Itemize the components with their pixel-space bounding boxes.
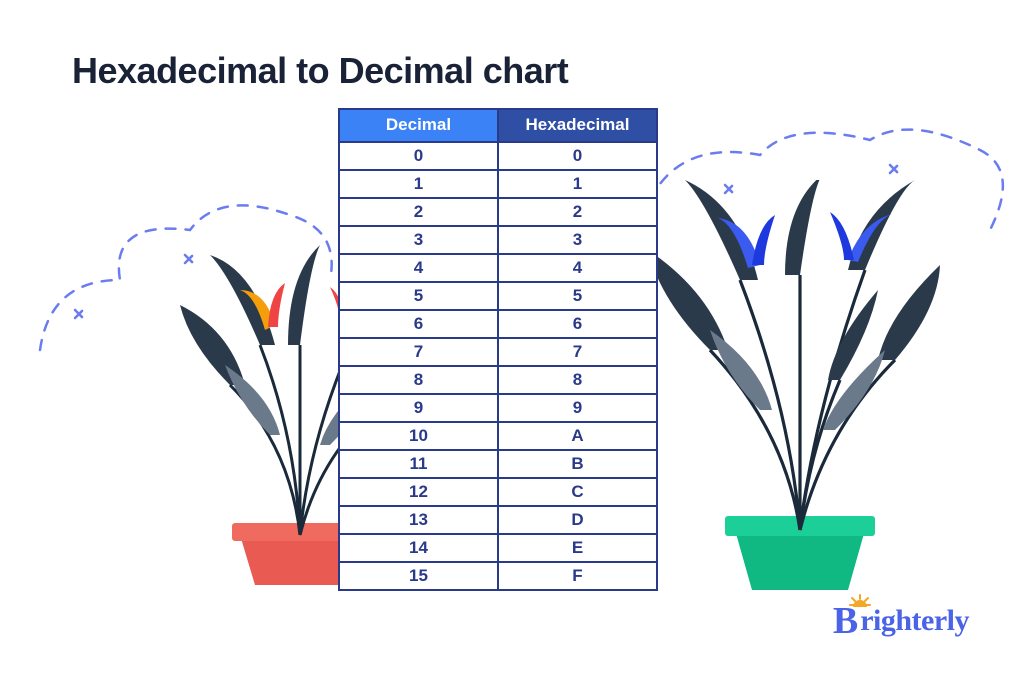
table-row: 22 xyxy=(340,197,656,225)
cell-decimal: 2 xyxy=(340,199,499,225)
cell-hex: E xyxy=(499,535,656,561)
table-row: 55 xyxy=(340,281,656,309)
col-header-decimal: Decimal xyxy=(340,110,499,141)
table-row: 13D xyxy=(340,505,656,533)
cell-decimal: 12 xyxy=(340,479,499,505)
table-row: 88 xyxy=(340,365,656,393)
cell-decimal: 4 xyxy=(340,255,499,281)
cell-hex: 4 xyxy=(499,255,656,281)
cell-hex: 9 xyxy=(499,395,656,421)
cell-hex: 7 xyxy=(499,339,656,365)
logo-letter-b: B xyxy=(833,599,858,643)
cell-hex: 1 xyxy=(499,171,656,197)
brand-logo: B righterly xyxy=(833,599,969,643)
cell-decimal: 0 xyxy=(340,143,499,169)
cell-decimal: 9 xyxy=(340,395,499,421)
table-row: 33 xyxy=(340,225,656,253)
page-title: Hexadecimal to Decimal chart xyxy=(72,50,568,92)
cell-decimal: 5 xyxy=(340,283,499,309)
cell-decimal: 3 xyxy=(340,227,499,253)
table-row: 77 xyxy=(340,337,656,365)
col-header-hex: Hexadecimal xyxy=(499,110,656,141)
cell-hex: A xyxy=(499,423,656,449)
cell-decimal: 10 xyxy=(340,423,499,449)
cell-hex: F xyxy=(499,563,656,589)
cell-hex: B xyxy=(499,451,656,477)
cell-decimal: 8 xyxy=(340,367,499,393)
cell-decimal: 6 xyxy=(340,311,499,337)
cell-hex: 2 xyxy=(499,199,656,225)
cell-decimal: 15 xyxy=(340,563,499,589)
conversion-table: Decimal Hexadecimal 00112233445566778899… xyxy=(338,108,658,591)
table-header: Decimal Hexadecimal xyxy=(340,110,656,141)
table-row: 00 xyxy=(340,141,656,169)
cell-decimal: 14 xyxy=(340,535,499,561)
sun-icon xyxy=(849,593,871,615)
table-row: 44 xyxy=(340,253,656,281)
cell-hex: 6 xyxy=(499,311,656,337)
cell-hex: D xyxy=(499,507,656,533)
cell-decimal: 13 xyxy=(340,507,499,533)
table-row: 66 xyxy=(340,309,656,337)
cell-hex: 0 xyxy=(499,143,656,169)
table-row: 11 xyxy=(340,169,656,197)
cell-hex: C xyxy=(499,479,656,505)
table-row: 99 xyxy=(340,393,656,421)
cell-hex: 8 xyxy=(499,367,656,393)
logo-text: righterly xyxy=(860,604,969,638)
plant-right-icon xyxy=(640,180,940,600)
table-row: 11B xyxy=(340,449,656,477)
cell-decimal: 1 xyxy=(340,171,499,197)
cell-decimal: 7 xyxy=(340,339,499,365)
table-row: 10A xyxy=(340,421,656,449)
table-row: 12C xyxy=(340,477,656,505)
cell-hex: 3 xyxy=(499,227,656,253)
cell-decimal: 11 xyxy=(340,451,499,477)
cell-hex: 5 xyxy=(499,283,656,309)
table-row: 15F xyxy=(340,561,656,589)
table-row: 14E xyxy=(340,533,656,561)
